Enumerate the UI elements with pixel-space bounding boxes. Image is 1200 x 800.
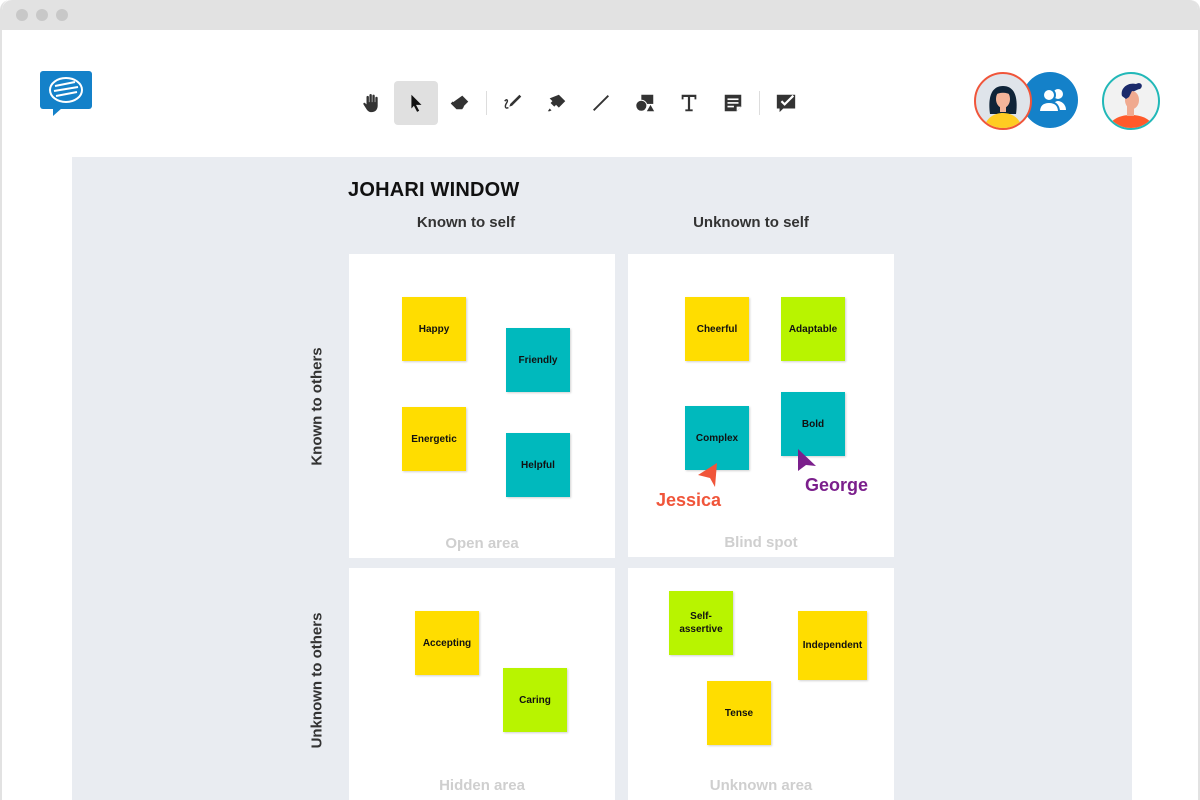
window-minimize-dot[interactable] [36, 9, 48, 21]
sticky-note[interactable]: Complex [685, 406, 749, 470]
quadrant-label: Hidden area [439, 777, 525, 794]
sticky-note[interactable]: Caring [503, 668, 567, 732]
quadrant-open-area[interactable]: Happy Friendly Energetic Helpful Open ar… [349, 254, 615, 558]
whiteboard-canvas[interactable]: JOHARI WINDOW Known to self Unknown to s… [72, 157, 1132, 800]
drawing-toolbar [350, 80, 808, 126]
shapes-icon [635, 94, 655, 112]
sticky-note[interactable]: Bold [781, 392, 845, 456]
text-icon [681, 94, 697, 112]
sticky-note[interactable]: Cheerful [685, 297, 749, 361]
pointer-icon [411, 94, 422, 112]
pen-icon [504, 94, 522, 109]
line-tool[interactable] [579, 81, 623, 125]
jessica-cursor-label: Jessica [656, 490, 722, 510]
toolbar-divider [759, 91, 760, 115]
column-header-known-to-self: Known to self [416, 214, 516, 231]
line-icon [593, 95, 609, 111]
highlighter-tool[interactable] [535, 81, 579, 125]
sticky-note[interactable]: Independent [798, 611, 867, 680]
chat-bubble-logo-icon[interactable] [40, 71, 92, 116]
sticky-note[interactable]: Self- assertive [669, 591, 733, 655]
pen-tool[interactable] [491, 81, 535, 125]
eraser-tool[interactable] [438, 81, 482, 125]
quadrant-label: Open area [445, 535, 519, 552]
woman-avatar-icon [984, 86, 1022, 128]
row-header-unknown-to-others: Unknown to others [308, 612, 326, 749]
sticky-note[interactable]: Helpful [506, 433, 570, 497]
george-cursor-icon [798, 449, 816, 471]
quadrant-label: Blind spot [724, 534, 798, 551]
hand-tool[interactable] [350, 81, 394, 125]
sticky-note[interactable]: Friendly [506, 328, 570, 392]
title-bar [2, 0, 1198, 30]
quadrant-blind-spot[interactable]: Cheerful Adaptable Complex Bold Jessica … [628, 254, 894, 557]
text-tool[interactable] [667, 81, 711, 125]
feedback-tool[interactable] [764, 81, 808, 125]
quadrant-unknown-area[interactable]: Self- assertive Independent Tense Unknow… [628, 568, 894, 800]
quadrant-label: Unknown area [709, 777, 813, 794]
column-header-unknown-to-self: Unknown to self [693, 214, 809, 231]
sticky-note[interactable]: Adaptable [781, 297, 845, 361]
sticky-note[interactable]: Tense [707, 681, 771, 745]
app-window: JOHARI WINDOW Known to self Unknown to s… [0, 0, 1200, 800]
window-maximize-dot[interactable] [56, 9, 68, 21]
comment-check-icon [776, 94, 796, 113]
jessica-cursor-icon [698, 463, 717, 487]
select-tool[interactable] [394, 81, 438, 125]
shapes-tool[interactable] [623, 81, 667, 125]
george-cursor-label: George [805, 475, 869, 495]
row-header-known-to-others: Known to others [308, 347, 326, 466]
man-avatar-icon [1108, 83, 1154, 128]
sticky-note[interactable]: Energetic [402, 407, 466, 471]
avatar-jessica[interactable] [974, 72, 1032, 130]
sticky-note[interactable]: Accepting [415, 611, 479, 675]
avatar-george[interactable] [1102, 72, 1160, 130]
quadrant-hidden-area[interactable]: Accepting Caring Hidden area [349, 568, 615, 800]
eraser-icon [450, 95, 469, 110]
sticky-note-icon [724, 94, 742, 112]
highlighter-icon [547, 94, 566, 112]
window-close-dot[interactable] [16, 9, 28, 21]
sticky-note[interactable]: Happy [402, 297, 466, 361]
board-title: JOHARI WINDOW [348, 179, 520, 201]
toolbar-divider [486, 91, 487, 115]
sticky-note-tool[interactable] [711, 81, 755, 125]
hand-icon [363, 94, 378, 113]
